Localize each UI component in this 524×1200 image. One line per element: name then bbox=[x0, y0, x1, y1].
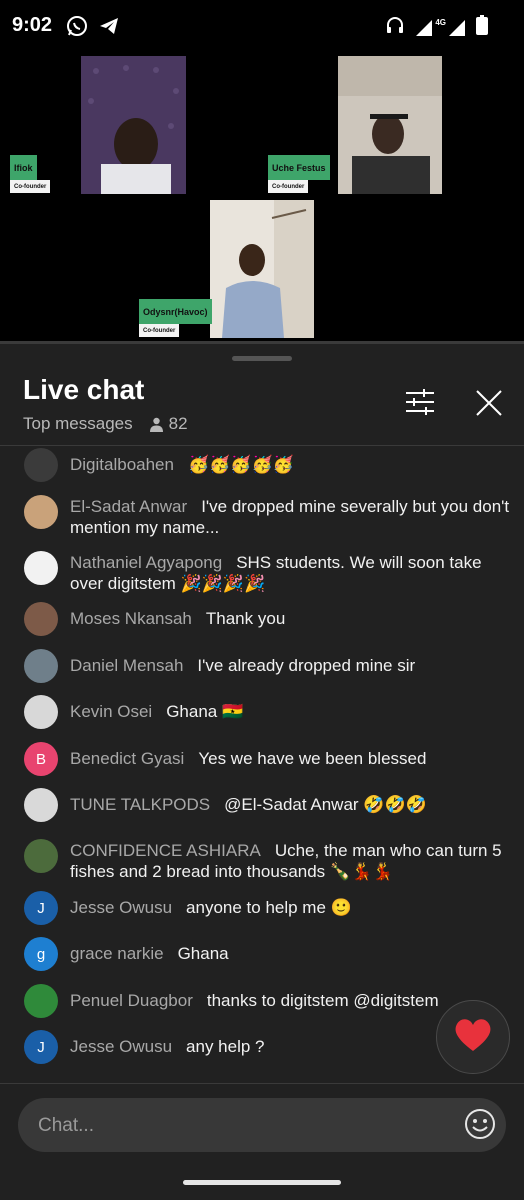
message-text: 🥳🥳🥳🥳🥳 bbox=[187, 455, 294, 474]
chat-filter-label[interactable]: Top messages bbox=[23, 414, 133, 434]
emoji-icon bbox=[464, 1109, 496, 1144]
message-body: CONFIDENCE ASHIARA Uche, the man who can … bbox=[70, 840, 510, 882]
avatar-letter: g bbox=[36, 945, 46, 963]
avatar-letter: J bbox=[37, 1038, 45, 1056]
heart-reaction-button[interactable] bbox=[436, 1000, 510, 1074]
message-body: Benedict Gyasi Yes we have we been blesse… bbox=[70, 748, 510, 769]
message-text: @El-Sadat Anwar 🤣🤣🤣 bbox=[224, 795, 427, 814]
signal-icon: 4G bbox=[415, 18, 466, 37]
message-author[interactable]: Kevin Osei bbox=[70, 702, 152, 721]
participant-role-tag: Co-founder bbox=[139, 324, 180, 337]
whatsapp-icon bbox=[66, 15, 88, 42]
avatar[interactable] bbox=[24, 448, 58, 482]
message-body: Daniel Mensah I've already dropped mine s… bbox=[70, 655, 510, 676]
message-body: El-Sadat Anwar I've dropped mine severall… bbox=[70, 496, 510, 538]
avatar[interactable] bbox=[24, 984, 58, 1018]
avatar[interactable]: B bbox=[24, 742, 58, 776]
avatar-letter: J bbox=[37, 899, 45, 917]
message-author[interactable]: TUNE TALKPODS bbox=[70, 795, 210, 814]
drag-handle[interactable] bbox=[232, 356, 292, 361]
network-type: 4G bbox=[435, 18, 446, 27]
message-body: Digitalboahen 🥳🥳🥳🥳🥳 bbox=[70, 454, 510, 475]
avatar[interactable]: J bbox=[24, 891, 58, 925]
filter-button[interactable] bbox=[404, 388, 436, 416]
message-body: Moses Nkansah Thank you bbox=[70, 608, 510, 629]
message-author[interactable]: Nathaniel Agyapong bbox=[70, 553, 222, 572]
participant-video-uche bbox=[338, 56, 442, 194]
telegram-icon bbox=[98, 15, 120, 42]
message-body: Penuel Duagbor thanks to digitstem @digit… bbox=[70, 990, 510, 1011]
participant-name-tag: Uche Festus bbox=[268, 155, 330, 180]
avatar[interactable] bbox=[24, 839, 58, 873]
message-author[interactable]: grace narkie bbox=[70, 944, 164, 963]
status-bar: 9:02 4G bbox=[0, 0, 524, 52]
chat-subheader: Top messages 82 bbox=[23, 414, 188, 434]
chat-input-bar bbox=[18, 1098, 506, 1154]
message-text: Ghana 🇬🇭 bbox=[166, 702, 244, 721]
participant-name-tag: Odysnr(Havoc) bbox=[139, 299, 212, 324]
participant-photo bbox=[81, 56, 186, 194]
battery-icon bbox=[476, 15, 488, 40]
emoji-button[interactable] bbox=[464, 1108, 498, 1142]
status-time: 9:02 bbox=[12, 14, 53, 36]
live-chat-panel: Live chat Top messages 82 Digitalboahen 🥳… bbox=[0, 344, 524, 1200]
chat-title: Live chat bbox=[23, 374, 145, 405]
participant-role-tag: Co-founder bbox=[268, 180, 309, 193]
close-button[interactable] bbox=[474, 388, 504, 418]
message-text: any help ? bbox=[186, 1037, 265, 1056]
avatar[interactable] bbox=[24, 788, 58, 822]
video-stage: Ifiok Co-founder Uche Festus Co-founder … bbox=[0, 52, 524, 342]
heart-icon bbox=[453, 1017, 493, 1058]
chat-message-list[interactable]: Digitalboahen 🥳🥳🥳🥳🥳 El-Sadat Anwar I've dro… bbox=[0, 446, 524, 1084]
avatar[interactable] bbox=[24, 551, 58, 585]
message-body: grace narkie Ghana bbox=[70, 943, 510, 964]
close-icon bbox=[474, 390, 504, 422]
participant-photo bbox=[210, 200, 314, 338]
message-body: TUNE TALKPODS @El-Sadat Anwar 🤣🤣🤣 bbox=[70, 794, 510, 815]
viewer-count-value: 82 bbox=[168, 414, 188, 433]
home-indicator[interactable] bbox=[183, 1180, 341, 1185]
message-body: Jesse Owusu anyone to help me 🙂 bbox=[70, 897, 510, 918]
message-author[interactable]: Benedict Gyasi bbox=[70, 749, 184, 768]
message-author[interactable]: El-Sadat Anwar bbox=[70, 497, 187, 516]
message-author[interactable]: Moses Nkansah bbox=[70, 609, 192, 628]
participant-video-odysnr bbox=[210, 200, 314, 338]
message-author[interactable]: Penuel Duagbor bbox=[70, 991, 193, 1010]
message-text: anyone to help me 🙂 bbox=[186, 898, 352, 917]
message-text: Yes we have we been blessed bbox=[198, 749, 427, 768]
message-author[interactable]: Digitalboahen bbox=[70, 455, 174, 474]
participant-photo bbox=[338, 56, 442, 194]
avatar[interactable]: g bbox=[24, 937, 58, 971]
message-author[interactable]: Daniel Mensah bbox=[70, 656, 183, 675]
avatar[interactable] bbox=[24, 649, 58, 683]
avatar[interactable] bbox=[24, 602, 58, 636]
message-body: Nathaniel Agyapong SHS students. We will … bbox=[70, 552, 510, 594]
message-text: Thank you bbox=[205, 609, 286, 628]
participant-name-tag: Ifiok bbox=[10, 155, 37, 180]
filter-icon bbox=[404, 389, 436, 420]
headphones-icon bbox=[385, 15, 405, 40]
message-author[interactable]: Jesse Owusu bbox=[70, 898, 172, 917]
participant-role-tag: Co-founder bbox=[10, 180, 51, 193]
participant-video-ifiok bbox=[81, 56, 186, 194]
avatar[interactable] bbox=[24, 695, 58, 729]
input-divider bbox=[0, 1083, 524, 1084]
message-text: I've already dropped mine sir bbox=[197, 656, 416, 675]
message-text: thanks to digitstem @digitstem bbox=[206, 991, 439, 1010]
avatar-letter: B bbox=[35, 750, 46, 768]
message-body: Kevin Osei Ghana 🇬🇭 bbox=[70, 701, 510, 722]
message-text: Ghana bbox=[177, 944, 229, 963]
message-author[interactable]: CONFIDENCE ASHIARA bbox=[70, 841, 261, 860]
avatar[interactable]: J bbox=[24, 1030, 58, 1064]
chat-input[interactable] bbox=[36, 1098, 440, 1154]
message-author[interactable]: Jesse Owusu bbox=[70, 1037, 172, 1056]
person-icon bbox=[149, 417, 164, 432]
viewer-count: 82 bbox=[149, 414, 188, 434]
avatar[interactable] bbox=[24, 495, 58, 529]
